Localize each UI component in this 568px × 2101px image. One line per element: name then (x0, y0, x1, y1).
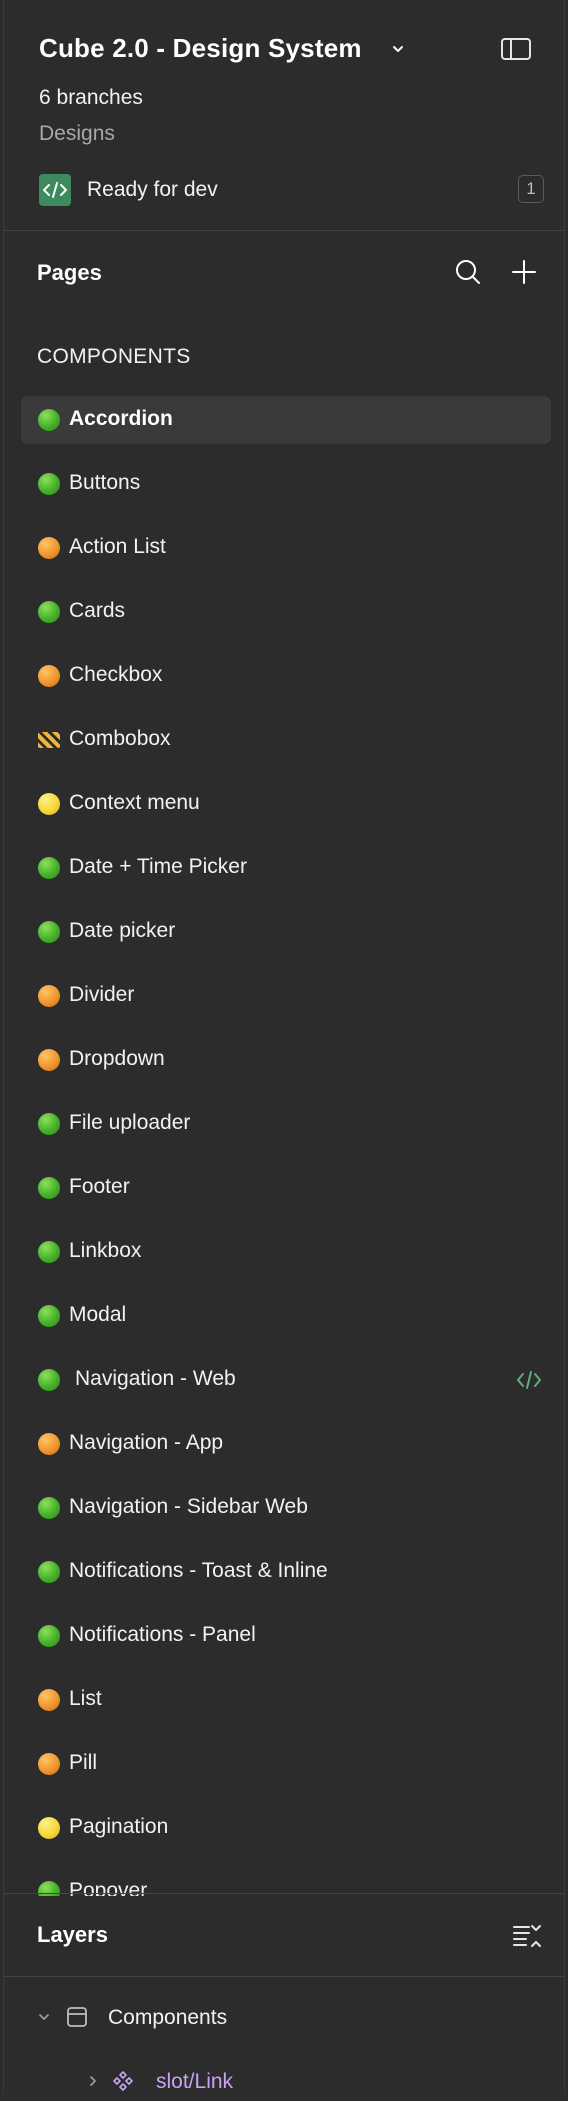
yellow-circle-icon (38, 793, 60, 815)
search-icon[interactable] (454, 258, 482, 286)
add-page-icon[interactable] (510, 258, 538, 286)
chevron-down-icon[interactable] (37, 2010, 51, 2024)
code-icon[interactable] (515, 1368, 543, 1392)
page-item[interactable]: Checkbox (21, 652, 551, 700)
page-item[interactable]: Accordion (21, 396, 551, 444)
code-icon (39, 174, 71, 206)
page-item-label: Footer (69, 1175, 130, 1198)
layer-row-components[interactable]: Components (4, 1997, 564, 2037)
sidebar-toggle-icon[interactable] (500, 36, 532, 62)
page-item[interactable]: Cards (21, 588, 551, 636)
page-item[interactable]: File uploader (21, 1100, 551, 1148)
page-item[interactable]: Footer (21, 1164, 551, 1212)
orange-circle-icon (38, 665, 60, 687)
page-item-label: File uploader (69, 1111, 191, 1134)
orange-circle-icon (38, 537, 60, 559)
page-item[interactable]: Notifications - Toast & Inline (21, 1548, 551, 1596)
page-item-label: Navigation - Sidebar Web (69, 1495, 308, 1518)
green-circle-icon (38, 1241, 60, 1263)
page-item-label: Date picker (69, 919, 176, 942)
page-item[interactable]: Popover (21, 1868, 551, 1896)
chevron-down-icon[interactable] (389, 40, 407, 58)
component-icon (113, 2071, 133, 2091)
project-name[interactable]: Designs (39, 122, 115, 146)
layer-name: slot/Link (156, 2070, 234, 2093)
page-item[interactable]: List (21, 1676, 551, 1724)
page-item-label: Pagination (69, 1815, 169, 1838)
page-item[interactable]: Pill (21, 1740, 551, 1788)
page-item[interactable]: Dropdown (21, 1036, 551, 1084)
green-circle-icon (38, 1625, 60, 1647)
yellow-circle-icon (38, 1817, 60, 1839)
branches-count[interactable]: 6 branches (39, 86, 143, 110)
green-circle-icon (38, 1561, 60, 1583)
page-item[interactable]: Action List (21, 524, 551, 572)
layer-row-slot-link[interactable]: slot/Link (4, 2061, 564, 2101)
page-item-label: Divider (69, 983, 135, 1006)
page-item-label: Cards (69, 599, 126, 622)
green-circle-icon (38, 473, 60, 495)
page-item-label: Notifications - Panel (69, 1623, 256, 1646)
page-item-label: Modal (69, 1303, 127, 1326)
page-item-label: Date + Time Picker (69, 855, 247, 878)
file-title[interactable]: Cube 2.0 - Design System (39, 33, 362, 64)
orange-circle-icon (38, 1433, 60, 1455)
page-item-label: Linkbox (69, 1239, 142, 1262)
orange-circle-icon (38, 1689, 60, 1711)
green-circle-icon (38, 1305, 60, 1327)
page-item[interactable]: Navigation - Web (21, 1356, 551, 1404)
green-circle-icon (38, 857, 60, 879)
page-item[interactable]: Linkbox (21, 1228, 551, 1276)
green-circle-icon (38, 1497, 60, 1519)
construction-icon (38, 732, 60, 748)
page-item[interactable]: Buttons (21, 460, 551, 508)
page-item-label: Checkbox (69, 663, 163, 686)
page-item-label: Navigation - App (69, 1431, 224, 1454)
page-item-label: List (69, 1687, 102, 1710)
green-circle-icon (38, 1113, 60, 1135)
page-item-label: Context menu (69, 791, 200, 814)
green-circle-icon (38, 1177, 60, 1199)
page-item[interactable]: Pagination (21, 1804, 551, 1852)
page-item[interactable]: Navigation - Sidebar Web (21, 1484, 551, 1532)
page-item[interactable]: Modal (21, 1292, 551, 1340)
orange-circle-icon (38, 1049, 60, 1071)
page-item[interactable]: Combobox (21, 716, 551, 764)
page-item-label: Dropdown (69, 1047, 165, 1070)
page-item[interactable]: Notifications - Panel (21, 1612, 551, 1660)
divider (4, 1976, 564, 1977)
orange-circle-icon (38, 985, 60, 1007)
ready-for-dev-row[interactable]: Ready for dev 1 (39, 174, 544, 206)
page-item[interactable]: Context menu (21, 780, 551, 828)
chevron-right-icon[interactable] (86, 2074, 100, 2088)
page-item[interactable]: Date + Time Picker (21, 844, 551, 892)
green-circle-icon (38, 921, 60, 943)
page-item[interactable]: Navigation - App (21, 1420, 551, 1468)
page-item-label: Accordion (69, 407, 173, 430)
page-item[interactable]: Divider (21, 972, 551, 1020)
frame-icon (67, 2007, 87, 2027)
ready-for-dev-count: 1 (518, 175, 544, 203)
green-circle-icon (38, 409, 60, 431)
page-list: Accordion Buttons Action List Cards Checkbox… (21, 396, 551, 1896)
green-circle-icon (38, 1369, 60, 1391)
section-heading-components: COMPONENTS (37, 345, 191, 368)
page-item[interactable]: Date picker (21, 908, 551, 956)
divider (4, 1893, 564, 1894)
layer-name: Components (108, 2006, 228, 2029)
ready-for-dev-label: Ready for dev (87, 178, 218, 201)
divider (4, 230, 564, 231)
pages-heading: Pages (37, 260, 102, 285)
page-item-label: Action List (69, 535, 166, 558)
green-circle-icon (38, 601, 60, 623)
collapse-layers-icon[interactable] (512, 1921, 542, 1949)
page-item-label: Combobox (69, 727, 171, 750)
page-item-label: Pill (69, 1751, 98, 1774)
page-item-label: Notifications - Toast & Inline (69, 1559, 328, 1582)
page-item-label: Buttons (69, 471, 141, 494)
left-panel: Cube 2.0 - Design System 6 branches Desi… (3, 0, 565, 2094)
layers-heading: Layers (37, 1922, 108, 1947)
orange-circle-icon (38, 1753, 60, 1775)
page-item-label: Navigation - Web (75, 1367, 236, 1390)
